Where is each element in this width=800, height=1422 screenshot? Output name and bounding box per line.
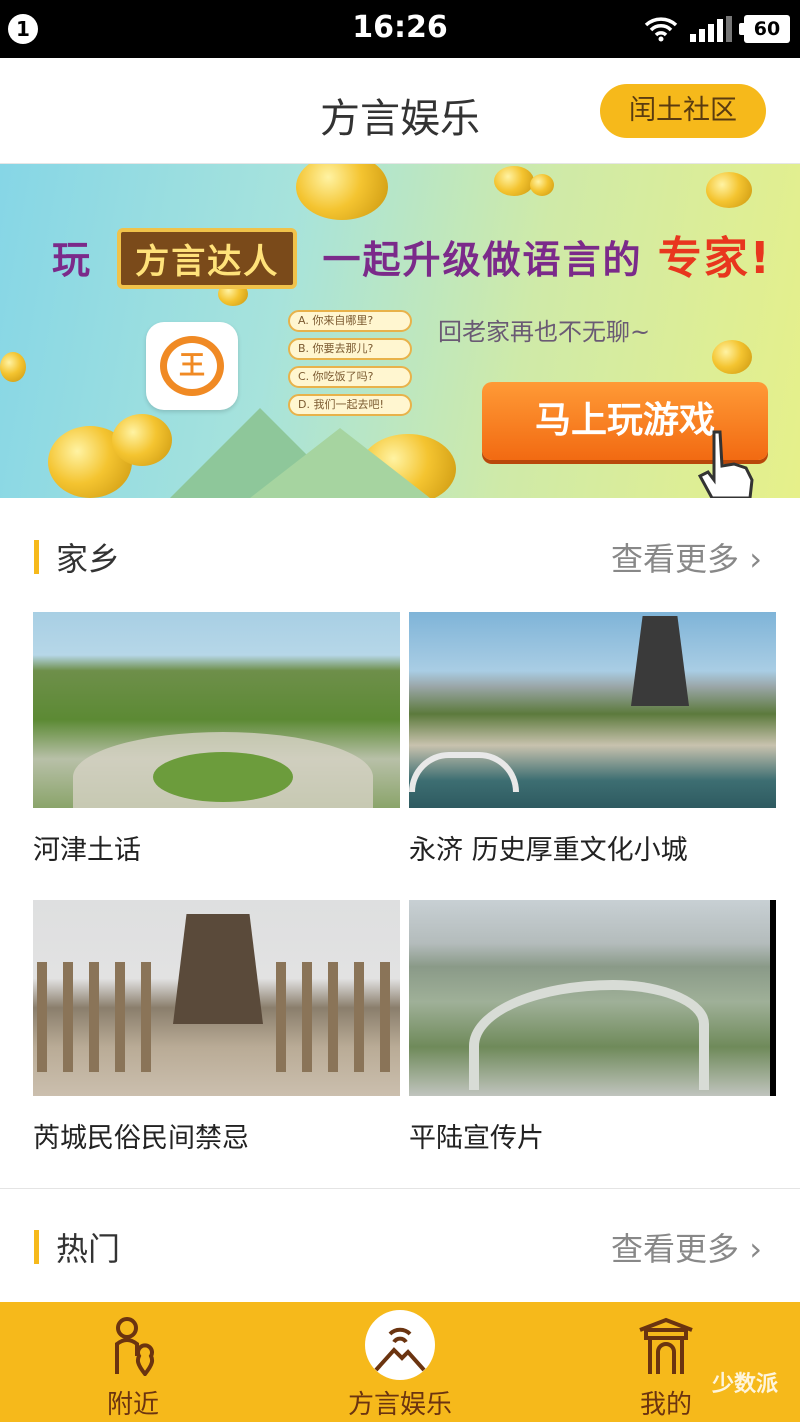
tab-nearby[interactable]: 附近 [0,1302,266,1422]
signal-icon [690,16,732,42]
banner-headline: 玩 方言达人 一起升级做语言的 专家! [52,222,772,289]
video-thumbnail[interactable] [409,612,776,808]
video-title: 芮城民俗民间禁忌 [33,1123,249,1154]
chevron-right-icon: › [749,540,762,578]
lawn-shape [153,752,293,802]
tab-mine[interactable]: 我的 [533,1302,799,1422]
see-more-label: 查看更多 [611,540,740,578]
section-accent-bar [34,1230,39,1264]
see-more-link[interactable]: 查看更多 › [611,1224,762,1270]
tab-label: 方言娱乐 [347,1390,452,1420]
status-icons: 60 [644,14,790,44]
video-thumbnail[interactable] [33,900,400,1096]
community-button[interactable]: 闰土社区 [600,84,766,138]
quiz-option: C. 你吃饭了吗? [288,366,412,388]
pointing-hand-icon [697,430,754,498]
bottom-tab-bar: 附近 方言娱乐 我的 [0,1302,800,1422]
section-accent-bar [34,540,39,574]
tower-shape [631,616,689,706]
banner-middle-text: 一起升级做语言的 [322,238,643,282]
section-hometown-header: 家乡 查看更多 › [0,526,800,586]
mountain-signal-icon [374,1327,426,1372]
video-title: 平陆宣传片 [409,1123,544,1154]
park-path-shape [469,980,709,1090]
tab-label: 附近 [106,1390,159,1420]
coin-decoration [530,174,554,196]
coin-decoration [296,164,388,220]
video-card[interactable]: 平陆宣传片 [409,900,776,1155]
chevron-right-icon: › [749,1230,762,1268]
location-person-icon [115,1317,155,1376]
gate-icon [639,1317,693,1374]
app-logo-glyph: 王 [160,336,224,396]
status-bar: 1 16:26 60 [0,0,800,58]
quiz-option: A. 你来自哪里? [288,310,412,332]
coin-decoration [112,414,172,466]
quiz-option: D. 我们一起去吧! [288,394,412,416]
video-title: 永济 历史厚重文化小城 [409,835,688,866]
video-card[interactable]: 河津土话 [33,612,400,867]
coin-decoration [494,166,534,196]
see-more-label: 查看更多 [611,1230,740,1268]
pagoda-shape [173,914,263,1024]
quiz-options: A. 你来自哪里? B. 你要去那儿? C. 你吃饭了吗? D. 我们一起去吧! [288,310,412,422]
pillars-right-shape [276,962,396,1072]
see-more-link[interactable]: 查看更多 › [611,534,762,580]
wifi-icon [644,17,678,42]
video-card[interactable]: 芮城民俗民间禁忌 [33,900,400,1155]
app-logo-icon: 王 [146,322,238,410]
section-title: 家乡 [56,540,121,578]
video-thumbnail[interactable] [409,900,776,1096]
app-header: 方言娱乐 闰土社区 [0,58,800,164]
pillars-left-shape [37,962,157,1072]
section-divider [0,1188,800,1189]
video-thumbnail[interactable] [33,612,400,808]
coin-decoration [706,172,752,208]
quiz-option: B. 你要去那儿? [288,338,412,360]
mountain-decoration [250,428,430,498]
promo-banner[interactable]: 玩 方言达人 一起升级做语言的 专家! 王 A. 你来自哪里? B. 你要去那儿… [0,164,800,498]
coin-decoration [0,352,26,382]
section-title: 热门 [56,1230,121,1268]
tab-dialect-entertainment[interactable]: 方言娱乐 [267,1302,533,1422]
bridge-shape [409,752,519,792]
battery-indicator: 60 [739,15,790,43]
section-popular-header: 热门 查看更多 › [0,1216,800,1276]
banner-badge: 方言达人 [117,228,298,289]
video-card[interactable]: 永济 历史厚重文化小城 [409,612,776,867]
coin-decoration [712,340,752,374]
video-title: 河津土话 [33,835,141,866]
banner-highlight-text: 专家! [657,233,772,284]
watermark-text: 少数派 [711,1372,778,1397]
banner-lead-text: 玩 [52,238,93,282]
banner-tagline: 回老家再也不无聊~ [438,318,651,346]
